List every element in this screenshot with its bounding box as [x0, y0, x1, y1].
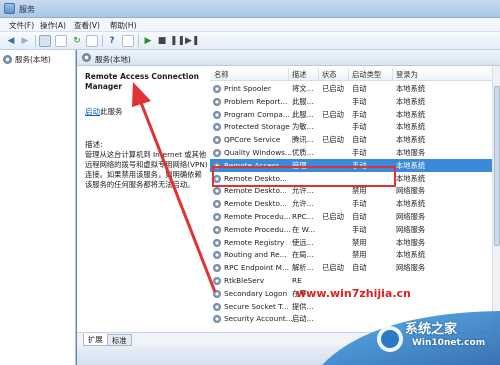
watermark-url: www.win7zhijia.cn: [296, 287, 411, 300]
watermark-site: Win10net.com: [412, 338, 486, 348]
watermark-brand: 系统之家: [405, 322, 458, 337]
